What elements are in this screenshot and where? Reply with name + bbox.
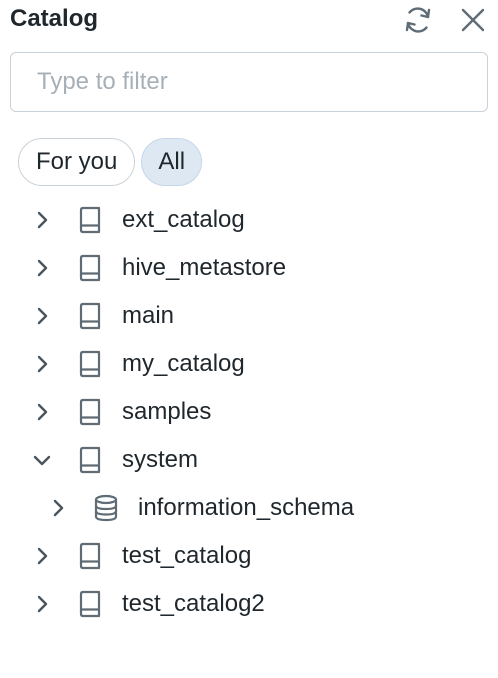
- tree-item-label: information_schema: [138, 494, 355, 521]
- chip-for-you[interactable]: For you: [18, 138, 136, 186]
- tree-item-hive-metastore[interactable]: hive_metastore: [0, 244, 498, 292]
- tree-item-information-schema[interactable]: information_schema: [0, 484, 498, 532]
- tree-item-samples[interactable]: samples: [0, 388, 498, 436]
- tree-item-label: test_catalog: [122, 542, 252, 569]
- book-icon: [75, 301, 105, 331]
- book-icon: [75, 397, 105, 427]
- database-icon: [91, 493, 121, 523]
- panel-header: Catalog: [0, 0, 498, 40]
- tree-item-label: samples: [122, 398, 212, 425]
- tree-item-system[interactable]: system: [0, 436, 498, 484]
- book-icon: [75, 445, 105, 475]
- tree-item-test-catalog[interactable]: test_catalog: [0, 532, 498, 580]
- close-button[interactable]: [457, 4, 489, 36]
- tree-item-label: ext_catalog: [122, 206, 245, 233]
- chevron-right-icon[interactable]: [30, 208, 54, 232]
- tree-item-label: hive_metastore: [122, 254, 287, 281]
- chevron-right-icon[interactable]: [30, 304, 54, 328]
- book-icon: [75, 589, 105, 619]
- chevron-right-icon[interactable]: [30, 544, 54, 568]
- book-icon: [75, 349, 105, 379]
- book-icon: [75, 205, 105, 235]
- chevron-right-icon[interactable]: [30, 400, 54, 424]
- chevron-down-icon[interactable]: [30, 448, 54, 472]
- book-icon: [75, 541, 105, 571]
- catalog-tree: ext_catalog hive_metastore main my_catal…: [0, 196, 498, 628]
- tree-item-ext-catalog[interactable]: ext_catalog: [0, 196, 498, 244]
- tree-item-my-catalog[interactable]: my_catalog: [0, 340, 498, 388]
- chevron-right-icon[interactable]: [30, 256, 54, 280]
- chevron-right-icon[interactable]: [30, 592, 54, 616]
- refresh-button[interactable]: [402, 4, 434, 36]
- catalog-panel: Catalog For you All: [0, 0, 498, 678]
- chevron-right-icon[interactable]: [46, 496, 70, 520]
- tree-item-label: my_catalog: [122, 350, 245, 377]
- chevron-right-icon[interactable]: [30, 352, 54, 376]
- tree-item-label: main: [122, 302, 175, 329]
- tree-item-test-catalog2[interactable]: test_catalog2: [0, 580, 498, 628]
- filter-input[interactable]: [10, 52, 488, 112]
- chip-all[interactable]: All: [141, 138, 203, 186]
- book-icon: [75, 253, 105, 283]
- close-icon: [459, 6, 487, 34]
- refresh-icon: [402, 4, 434, 36]
- tree-item-main[interactable]: main: [0, 292, 498, 340]
- tree-item-label: system: [122, 446, 199, 473]
- tree-item-label: test_catalog2: [122, 590, 265, 617]
- scope-chips: For you All: [18, 138, 203, 186]
- panel-title: Catalog: [10, 5, 99, 32]
